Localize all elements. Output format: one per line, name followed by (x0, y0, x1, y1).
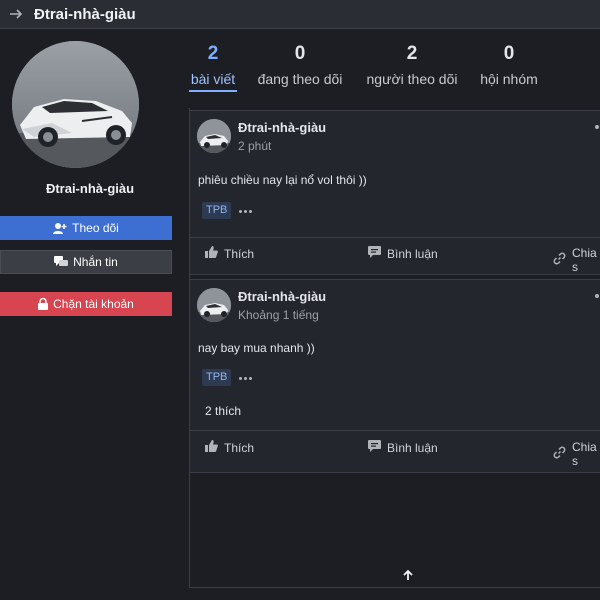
like-label: Thích (224, 440, 255, 455)
lock-icon (38, 298, 49, 310)
chat-icon (54, 256, 69, 268)
add-user-icon (53, 222, 67, 234)
comment-button[interactable]: Bình luận (368, 440, 438, 455)
post-time: Khoảng 1 tiếng (238, 308, 319, 322)
comment-button[interactable]: Bình luận (368, 246, 438, 261)
comment-label: Bình luận (387, 440, 438, 455)
like-button[interactable]: Thích (205, 440, 254, 455)
post-text: nay bay mua nhanh )) (198, 341, 315, 355)
post-author-avatar[interactable] (197, 119, 231, 153)
post-time: 2 phút (238, 139, 272, 153)
post-author[interactable]: Đtrai-nhà-giàu (238, 120, 326, 135)
comment-icon (368, 440, 381, 455)
share-button[interactable]: Chia s (553, 246, 600, 274)
stat-following[interactable]: 0 đang theo dõi (253, 42, 347, 89)
profile-name: Đtrai-nhà-giàu (45, 181, 135, 196)
post-options-icon[interactable] (595, 294, 599, 298)
more-dots-icon[interactable] (239, 210, 252, 213)
post-author[interactable]: Đtrai-nhà-giàu (238, 289, 326, 304)
post-text: phiêu chiều nay lại nổ vol thôi )) (198, 173, 367, 187)
link-icon (553, 446, 566, 462)
comment-label: Bình luận (387, 246, 438, 261)
share-button[interactable]: Chia s (553, 440, 600, 468)
arrow-up-icon[interactable] (397, 566, 419, 584)
top-bar: Đtrai-nhà-giàu (0, 0, 600, 29)
post-options-icon[interactable] (595, 125, 599, 129)
thumbs-up-icon (205, 246, 218, 261)
stock-tag[interactable]: TPB (202, 369, 232, 386)
follow-button[interactable]: Theo dõi (0, 216, 172, 240)
message-label: Nhắn tin (73, 255, 118, 269)
stock-tag[interactable]: TPB (202, 202, 232, 219)
post-card: Đtrai-nhà-giàu 2 phút phiêu chiều nay lạ… (190, 110, 600, 275)
profile-page: Đtrai-nhà-giàu Đtrai-nhà-giàu Theo dõi N… (0, 0, 600, 600)
stat-groups-value: 0 (503, 43, 515, 64)
stat-groups-label: hội nhóm (480, 71, 538, 87)
post-author-avatar[interactable] (197, 288, 231, 322)
like-button[interactable]: Thích (205, 246, 254, 261)
message-button[interactable]: Nhắn tin (0, 250, 172, 274)
post-divider (190, 430, 600, 431)
stat-followers-value: 2 (406, 43, 418, 64)
follow-label: Theo dõi (72, 221, 119, 235)
arrow-right-icon[interactable] (4, 8, 28, 20)
profile-avatar (12, 41, 139, 168)
stat-posts-label: bài viết (189, 69, 237, 92)
post-divider (190, 237, 600, 238)
post-card: Đtrai-nhà-giàu Khoảng 1 tiếng nay bay mu… (190, 279, 600, 473)
like-count[interactable]: 2 thích (205, 404, 241, 418)
stat-posts-value: 2 (207, 43, 219, 64)
stat-followers-label: người theo dõi (366, 71, 458, 87)
share-label: Chia s (572, 246, 597, 274)
comment-icon (368, 246, 381, 261)
block-label: Chặn tài khoản (53, 297, 134, 311)
stat-groups[interactable]: 0 hội nhóm (476, 42, 542, 89)
more-dots-icon[interactable] (239, 377, 252, 380)
stat-following-label: đang theo dõi (257, 71, 343, 87)
share-label: Chia s (572, 440, 597, 468)
block-account-button[interactable]: Chặn tài khoản (0, 292, 172, 316)
stat-followers[interactable]: 2 người theo dõi (361, 42, 463, 89)
post-feed: Đtrai-nhà-giàu 2 phút phiêu chiều nay lạ… (189, 108, 600, 588)
link-icon (553, 252, 566, 268)
stat-posts[interactable]: 2 bài viết (189, 42, 237, 92)
page-title: Đtrai-nhà-giàu (34, 5, 136, 23)
like-label: Thích (224, 246, 255, 261)
stat-following-value: 0 (294, 43, 306, 64)
thumbs-up-icon (205, 440, 218, 455)
